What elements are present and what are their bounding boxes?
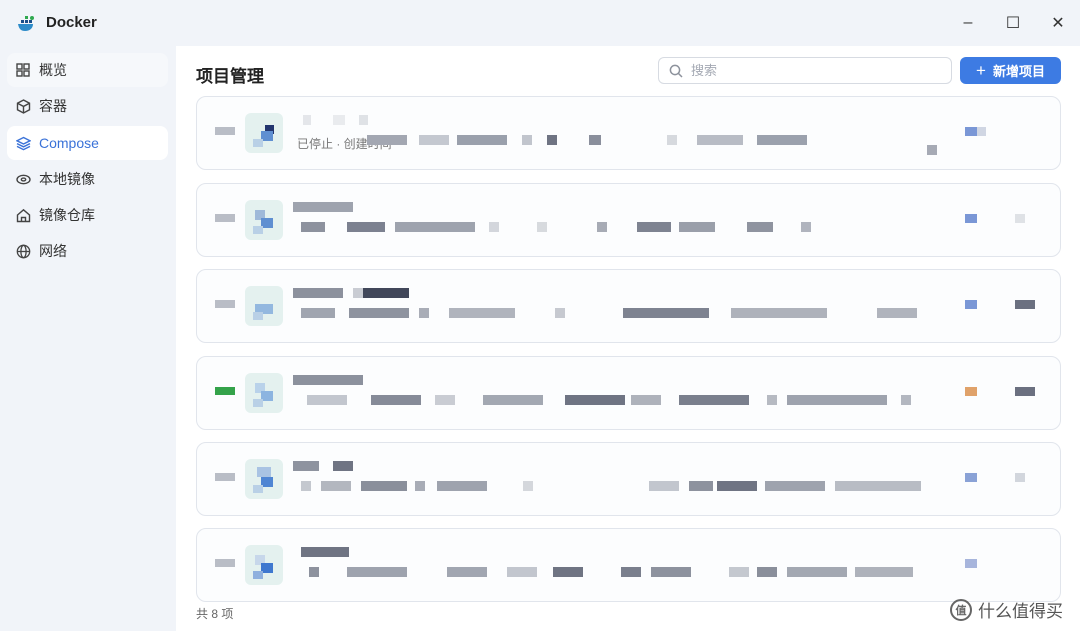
sidebar-item-network[interactable]: 网络 — [7, 234, 168, 268]
sidebar: 概览 容器 Compose 本地镜像 镜像仓库 网络 — [0, 46, 176, 631]
sidebar-item-containers[interactable]: 容器 — [7, 89, 168, 123]
app-title: Docker — [46, 14, 97, 31]
project-icon — [245, 545, 283, 585]
main-panel: 项目管理 + 新增项目 已停止 · 创建时间 — [176, 46, 1080, 631]
title-bar: Docker – ☐ ✕ — [0, 0, 1080, 46]
sidebar-item-local-images[interactable]: 本地镜像 — [7, 162, 168, 196]
docker-app-icon — [18, 16, 34, 31]
project-meta-tag — [965, 127, 977, 136]
project-icon — [245, 200, 283, 240]
sidebar-item-label: 镜像仓库 — [39, 207, 95, 223]
close-icon: ✕ — [1051, 15, 1065, 32]
project-meta-tag — [965, 300, 977, 309]
close-button[interactable]: ✕ — [1043, 8, 1073, 38]
watermark-text: 什么值得买 — [978, 602, 1063, 621]
minimize-button[interactable]: – — [953, 8, 983, 38]
project-meta-tag — [965, 473, 977, 482]
maximize-icon: ☐ — [1005, 15, 1021, 32]
project-icon — [245, 373, 283, 413]
sidebar-item-label: 本地镜像 — [39, 171, 95, 187]
cube-icon — [15, 98, 31, 114]
smzdm-logo-icon: 值 — [950, 598, 972, 621]
project-card[interactable] — [196, 528, 1061, 602]
disk-icon — [15, 171, 31, 187]
status-indicator — [215, 387, 235, 395]
watermark: 值 什么值得买 — [950, 597, 1063, 622]
project-card[interactable] — [196, 442, 1061, 516]
project-card[interactable] — [196, 356, 1061, 430]
project-meta-tag — [965, 559, 977, 568]
layers-icon — [15, 135, 31, 151]
project-icon — [245, 286, 283, 326]
search-box[interactable] — [658, 57, 952, 84]
add-project-label: 新增项目 — [992, 64, 1045, 79]
plus-icon: + — [976, 61, 986, 80]
project-card[interactable] — [196, 269, 1061, 343]
home-icon — [15, 207, 31, 223]
globe-icon — [15, 243, 31, 259]
project-meta-tag — [965, 387, 977, 396]
status-indicator — [215, 559, 235, 567]
add-project-button[interactable]: + 新增项目 — [960, 57, 1061, 84]
sidebar-item-label: 网络 — [39, 243, 67, 259]
status-indicator — [215, 473, 235, 481]
project-card[interactable] — [196, 183, 1061, 257]
grid-icon — [15, 62, 31, 78]
project-card[interactable]: 已停止 · 创建时间 — [196, 96, 1061, 170]
project-icon — [245, 459, 283, 499]
sidebar-item-compose[interactable]: Compose — [7, 126, 168, 160]
status-indicator — [215, 127, 235, 135]
search-input[interactable] — [691, 63, 931, 78]
project-meta-tag — [965, 214, 977, 223]
status-indicator — [215, 300, 235, 308]
search-icon — [669, 64, 683, 78]
minimize-icon: – — [963, 14, 973, 31]
sidebar-item-label: 容器 — [39, 98, 67, 114]
maximize-button[interactable]: ☐ — [998, 8, 1028, 38]
sidebar-item-overview[interactable]: 概览 — [7, 53, 168, 87]
sidebar-item-registry[interactable]: 镜像仓库 — [7, 198, 168, 232]
sidebar-item-label: 概览 — [39, 62, 67, 78]
page-title: 项目管理 — [196, 67, 264, 86]
status-indicator — [215, 214, 235, 222]
project-icon — [245, 113, 283, 153]
sidebar-item-label: Compose — [39, 135, 99, 151]
item-count: 共 8 项 — [196, 607, 234, 621]
